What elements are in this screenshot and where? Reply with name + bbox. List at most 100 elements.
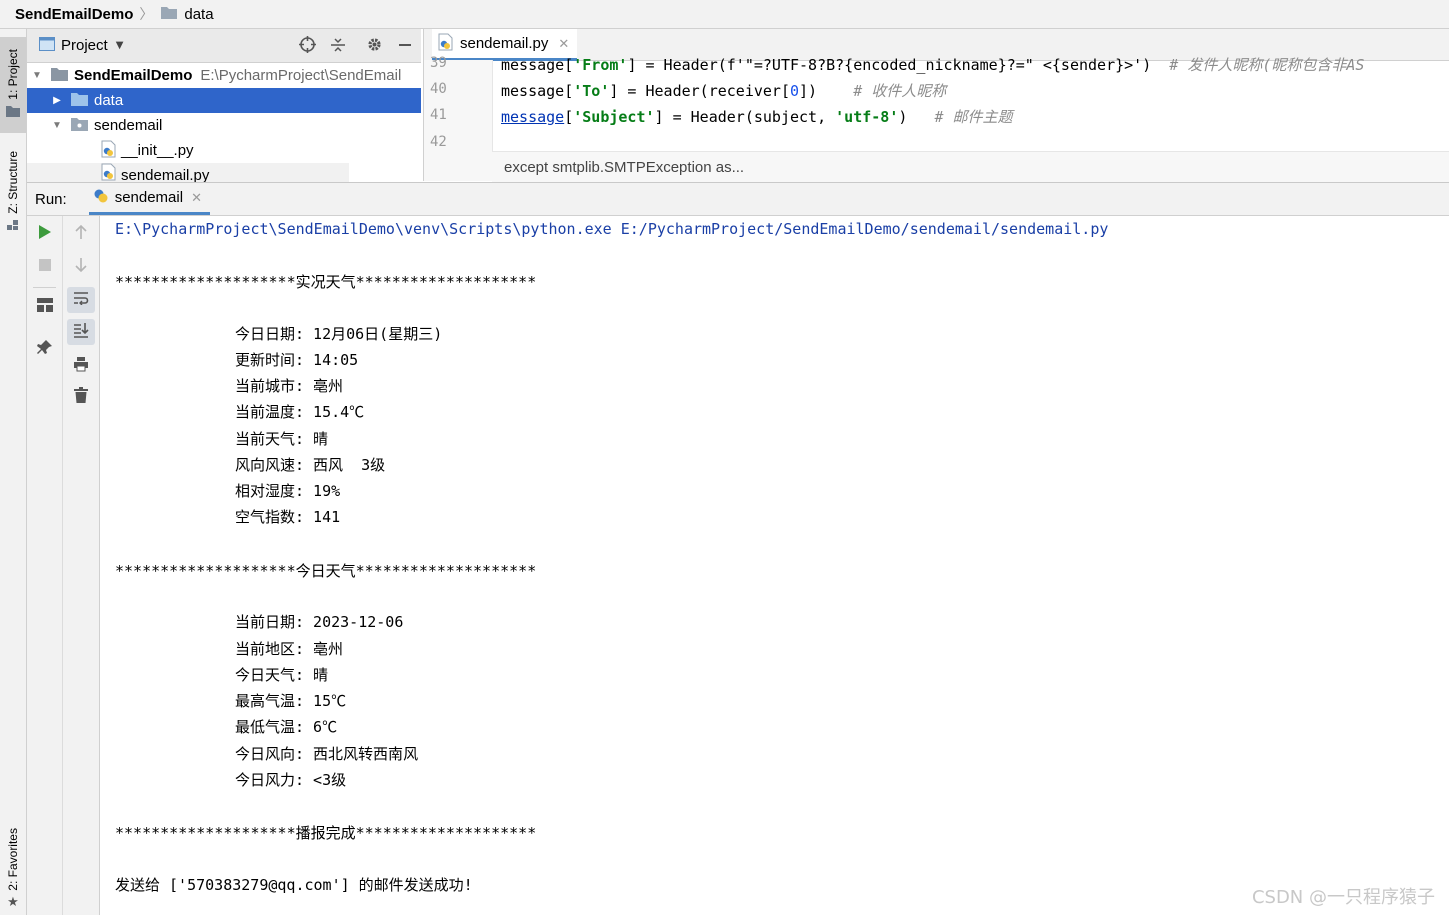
scroll-to-end-button[interactable]	[67, 319, 95, 345]
breadcrumb-folder[interactable]: data	[184, 6, 213, 23]
console-line: 今日天气: 晴	[235, 666, 329, 684]
toolbar-divider	[33, 287, 56, 288]
chevron-down-icon[interactable]: ▼	[116, 40, 124, 51]
editor-tab-label: sendemail.py	[460, 35, 549, 52]
navigation-breadcrumb: SendEmailDemo 〉 data	[0, 0, 1449, 29]
soft-wrap-icon	[73, 291, 89, 309]
stop-button[interactable]	[31, 254, 59, 280]
tree-item-sendemail[interactable]: ▼ sendemail	[27, 113, 421, 138]
code-token: ] = Header(f'"=?UTF-8?B?{encoded_nicknam…	[627, 56, 1170, 74]
close-icon[interactable]: ✕	[191, 190, 202, 206]
console-command-line: E:\PycharmProject\SendEmailDemo\venv\Scr…	[115, 220, 1109, 238]
code-token: ] = Header(receiver[	[609, 82, 790, 100]
gear-icon[interactable]	[366, 36, 383, 57]
tree-item-label: sendemail.py	[121, 167, 210, 182]
context-hint: except smtplib.SMTPException as...	[504, 158, 745, 176]
code-comment: # 发件人昵称(昵称包含非AS	[1169, 56, 1365, 74]
folder-icon	[71, 92, 88, 110]
layout-button[interactable]	[31, 294, 59, 320]
editor-context-breadcrumb[interactable]: except smtplib.SMTPException as...	[492, 151, 1449, 182]
console-line: 当前温度: 15.4℃	[235, 403, 365, 421]
project-tool-window: Project ▼ ▼ SendEmailDemo E:\PycharmProj…	[27, 29, 421, 182]
tree-item-project-root[interactable]: ▼ SendEmailDemo E:\PycharmProject\SendEm…	[27, 63, 421, 88]
code-line-41[interactable]: message['Subject'] = Header(subject, 'ut…	[501, 106, 1013, 127]
code-line-40[interactable]: message['To'] = Header(receiver[0]) # 收件…	[501, 80, 946, 101]
tool-tab-favorites[interactable]: 2: Favorites ★	[0, 824, 26, 914]
code-token: message[	[501, 82, 574, 100]
arrow-down-icon	[74, 257, 88, 277]
code-token: ])	[799, 82, 854, 100]
console-line: 当前天气: 晴	[235, 430, 329, 448]
expand-arrow-icon[interactable]: ▼	[31, 70, 43, 81]
expand-arrow-icon[interactable]: ▼	[51, 120, 63, 131]
code-editor: sendemail.py ✕ 39 40 41 42 message['From…	[423, 29, 1449, 182]
rerun-button[interactable]	[31, 221, 59, 247]
structure-icon	[7, 219, 19, 235]
code-number: 0	[790, 82, 800, 100]
clear-all-button[interactable]	[67, 384, 95, 410]
line-number: 42	[430, 134, 447, 150]
run-console-output[interactable]: E:\PycharmProject\SendEmailDemo\venv\Scr…	[100, 216, 1449, 915]
collapse-all-icon[interactable]	[330, 37, 346, 57]
python-file-icon	[101, 140, 117, 162]
run-tool-window-header: Run: sendemail ✕	[27, 182, 1449, 216]
tree-item-sendemail-py[interactable]: sendemail.py	[27, 163, 349, 182]
console-line: 空气指数: 141	[235, 508, 341, 526]
arrow-up-icon	[74, 224, 88, 244]
console-line: 今日风力: <3级	[235, 771, 347, 789]
run-toolbar-secondary	[63, 216, 100, 915]
scroll-to-end-icon	[73, 322, 89, 342]
tree-item-init-py[interactable]: __init__.py	[27, 138, 421, 163]
tree-item-label: __init__.py	[121, 142, 194, 159]
scroll-down-button[interactable]	[67, 254, 95, 280]
play-icon	[38, 224, 52, 244]
favorites-tab-label: 2: Favorites	[6, 828, 20, 891]
code-token: message[	[501, 56, 574, 74]
tool-tab-project[interactable]: 1: Project	[0, 37, 26, 133]
line-number: 39	[430, 55, 447, 71]
project-tree: ▼ SendEmailDemo E:\PycharmProject\SendEm…	[27, 63, 421, 182]
console-line: 相对湿度: 19%	[235, 482, 341, 500]
expand-arrow-icon[interactable]: ▶	[51, 95, 63, 106]
code-string: 'From'	[573, 56, 628, 74]
package-folder-icon	[71, 117, 88, 135]
code-comment: # 邮件主题	[934, 108, 1013, 126]
run-label: Run:	[35, 190, 67, 208]
tree-item-data[interactable]: ▶ data	[27, 88, 421, 113]
scroll-up-button[interactable]	[67, 221, 95, 247]
code-string: 'Subject'	[573, 108, 655, 126]
run-toolbar-primary	[27, 216, 63, 915]
code-string: 'To'	[573, 82, 610, 100]
console-line: 今日日期: 12月06日(星期三)	[235, 325, 443, 343]
tree-item-label: data	[94, 92, 124, 109]
left-tool-strip: 1: Project Z: Structure 2: Favorites ★	[0, 29, 27, 915]
tree-item-label: sendemail	[94, 117, 163, 134]
stop-icon	[39, 259, 51, 275]
console-line: 当前日期: 2023-12-06	[235, 613, 404, 631]
print-button[interactable]	[67, 353, 95, 379]
code-line-39[interactable]: message['From'] = Header(f'"=?UTF-8?B?{e…	[501, 54, 1364, 75]
line-number-gutter: 39 40 41 42	[424, 55, 493, 181]
trash-icon	[74, 387, 88, 407]
tree-item-path: E:\PycharmProject\SendEmail	[200, 67, 402, 84]
project-tab-label: 1: Project	[6, 48, 20, 100]
project-view-selector[interactable]: Project	[61, 37, 108, 54]
console-section-header: ********************播报完成****************…	[115, 824, 537, 842]
tool-tab-structure[interactable]: Z: Structure	[0, 145, 26, 241]
close-icon[interactable]: ✕	[558, 36, 569, 52]
pin-tab-button[interactable]	[31, 336, 59, 362]
console-line: 风向风速: 西风 3级	[235, 456, 386, 474]
tree-item-label: SendEmailDemo	[74, 67, 193, 84]
run-tab-sendemail[interactable]: sendemail ✕	[88, 183, 210, 215]
project-panel-header: Project ▼	[27, 29, 421, 63]
console-section-header: ********************实况天气****************…	[115, 273, 537, 291]
console-section-header: ********************今日天气****************…	[115, 562, 537, 580]
layout-icon	[37, 298, 53, 316]
code-token: ] = Header(subject,	[654, 108, 836, 126]
locate-icon[interactable]	[299, 36, 316, 57]
hide-panel-icon[interactable]	[397, 37, 413, 57]
folder-icon	[161, 6, 178, 23]
breadcrumb-project[interactable]: SendEmailDemo	[15, 6, 133, 23]
code-comment: # 收件人昵称	[853, 82, 947, 100]
soft-wrap-button[interactable]	[67, 287, 95, 313]
